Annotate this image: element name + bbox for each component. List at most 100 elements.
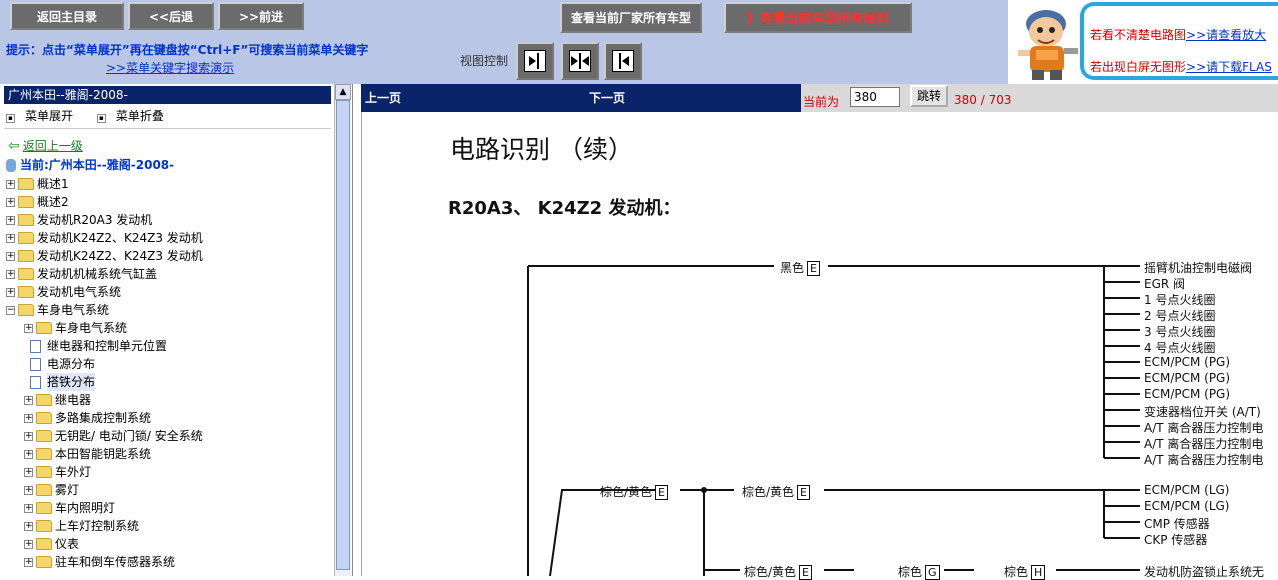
view-control-label: 视图控制 [460, 54, 509, 68]
view-split-button[interactable] [561, 42, 599, 80]
scroll-thumb[interactable] [336, 100, 350, 570]
expand-icon[interactable]: + [24, 557, 33, 567]
back-up-link[interactable]: ⇦ 返回上一级 [8, 137, 83, 155]
tree-folder-item[interactable]: + 概述2 [6, 193, 69, 211]
tree-item-label: 电源分布 [47, 357, 96, 371]
current-location: 当前:广州本田--雅阁-2008- [6, 156, 174, 174]
tree-folder-item[interactable]: + 本田智能钥匙系统 [24, 445, 151, 463]
home-button[interactable]: 返回主目录 [10, 2, 124, 30]
expand-icon[interactable]: + [6, 197, 15, 207]
folder-icon [18, 268, 34, 280]
all-models-button[interactable]: 查看当前厂家所有车型 [560, 2, 702, 33]
tree-item-label: 发动机K24Z2、K24Z3 发动机 [37, 231, 203, 245]
page-number-input[interactable] [850, 87, 900, 107]
current-location-label: 当前:广州本田--雅阁-2008- [20, 158, 175, 172]
tree-item-label: 车身电气系统 [55, 321, 128, 335]
folder-icon [36, 448, 52, 460]
expand-icon[interactable]: + [24, 467, 33, 477]
tree-item-label: 概述1 [37, 177, 69, 191]
tree-folder-item[interactable]: + 多路集成控制系统 [24, 409, 151, 427]
page-count: 380 / 703 [954, 93, 1012, 107]
tree-scrollbar[interactable]: ▲ [334, 84, 351, 576]
expand-square-icon: ▪ [6, 114, 15, 123]
current-page-label: 当前为 [803, 95, 840, 109]
folder-icon [18, 286, 34, 298]
expand-icon[interactable]: + [24, 323, 33, 333]
tree-doc-item[interactable]: 继电器和控制单元位置 [24, 337, 167, 355]
expand-icon[interactable]: + [24, 539, 33, 549]
tree-folder-item[interactable]: + 雾灯 [24, 481, 79, 499]
tree-doc-item[interactable]: 电源分布 [24, 355, 95, 373]
expand-icon[interactable]: + [24, 413, 33, 423]
tree-folder-item[interactable]: + 车内照明灯 [24, 499, 115, 517]
tree-folder-item[interactable]: + 驻车和倒车传感器系统 [24, 553, 175, 571]
folder-icon [36, 556, 52, 568]
tree-folder-item[interactable]: + 发动机K24Z2、K24Z3 发动机 [6, 247, 203, 265]
component-label: CKP 传感器 [1144, 533, 1208, 547]
zoom-view-link[interactable]: >>请查看放大 [1186, 28, 1266, 42]
tree-folder-item[interactable]: − 车身电气系统 [6, 301, 109, 319]
expand-icon[interactable]: + [24, 503, 33, 513]
expand-icon[interactable]: + [6, 179, 15, 189]
component-label: ECM/PCM (PG) [1144, 371, 1231, 385]
component-label: A/T 离合器压力控制电 [1144, 437, 1264, 451]
tree-folder-item[interactable]: + 发动机K24Z2、K24Z3 发动机 [6, 229, 203, 247]
flash-download-link[interactable]: >>请下载FLAS [1186, 60, 1272, 74]
expand-icon[interactable]: + [6, 251, 15, 261]
view-expand-right-button[interactable] [604, 42, 642, 80]
folder-icon [18, 178, 34, 190]
expand-icon[interactable]: + [24, 431, 33, 441]
tree-folder-item[interactable]: + 仪表 [24, 535, 79, 553]
search-hint: 提示：点击“菜单展开”再在键盘按“Ctrl+F”可搜索当前菜单关键字 [6, 43, 369, 57]
folder-icon [36, 430, 52, 442]
tree-doc-item[interactable]: 搭铁分布 [24, 373, 96, 391]
search-demo-link[interactable]: >>菜单关键字搜索演示 [106, 59, 234, 76]
next-page-button[interactable]: 下一页 [589, 89, 625, 106]
tree-folder-item[interactable]: + 发动机机械系统气缸盖 [6, 265, 157, 283]
brown-label-h: 棕色 H [1004, 563, 1046, 580]
tree-folder-item[interactable]: + 概述1 [6, 175, 69, 193]
expand-icon[interactable]: + [6, 287, 15, 297]
component-label: 1 号点火线圈 [1144, 293, 1216, 307]
folder-open-icon [18, 304, 34, 316]
jump-button[interactable]: 跳转 [910, 85, 948, 107]
tree-item-label: 发动机R20A3 发动机 [37, 213, 153, 227]
scroll-up-icon[interactable]: ▲ [335, 84, 351, 100]
expand-icon[interactable]: + [24, 449, 33, 459]
folder-icon [36, 466, 52, 478]
forward-button[interactable]: >>前进 [218, 2, 304, 30]
expand-icon[interactable]: + [24, 395, 33, 405]
tree-folder-item[interactable]: + 发动机电气系统 [6, 283, 121, 301]
tree-folder-item[interactable]: + 无钥匙/ 电动门锁/ 安全系统 [24, 427, 203, 445]
brown-label-g: 棕色 G [898, 563, 940, 580]
expand-menu-label: 菜单展开 [25, 109, 74, 123]
back-button[interactable]: <<后退 [128, 2, 214, 30]
tree-folder-item[interactable]: + 上车灯控制系统 [24, 517, 139, 535]
view-expand-left-button[interactable] [516, 42, 554, 80]
expand-icon[interactable]: + [24, 485, 33, 495]
all-data-button[interactable]: 》查看当前车型所有资料 [724, 2, 912, 33]
collapse-icon[interactable]: − [6, 305, 15, 315]
green-arrow-left-icon: ⇦ [8, 138, 20, 154]
tree-item-label: 雾灯 [55, 483, 80, 497]
collapse-menu-button[interactable]: ▪ 菜单折叠 [96, 109, 174, 123]
notice-text-1: 若看不清楚电路图 [1090, 28, 1187, 42]
folder-icon [18, 250, 34, 262]
prev-page-button[interactable]: 上一页 [365, 89, 401, 106]
tree-folder-item[interactable]: + 车外灯 [24, 463, 91, 481]
arrow-left-icon [612, 50, 634, 72]
tree-folder-item[interactable]: + 发动机R20A3 发动机 [6, 211, 152, 229]
tree-item-label: 车内照明灯 [55, 501, 116, 515]
expand-icon[interactable]: + [6, 269, 15, 279]
tree-folder-item[interactable]: + 车身电气系统 [24, 319, 127, 337]
tree-folder-item[interactable]: + 继电器 [24, 391, 91, 409]
brown-yellow-label-3: 棕色/黄色 E [744, 563, 812, 580]
expand-menu-button[interactable]: ▪ 菜单展开 [6, 109, 83, 123]
document-icon [30, 375, 41, 389]
folder-icon [18, 214, 34, 226]
document-icon [30, 339, 41, 353]
connector-h: H [1031, 565, 1046, 580]
expand-icon[interactable]: + [24, 521, 33, 531]
expand-icon[interactable]: + [6, 233, 15, 243]
expand-icon[interactable]: + [6, 215, 15, 225]
